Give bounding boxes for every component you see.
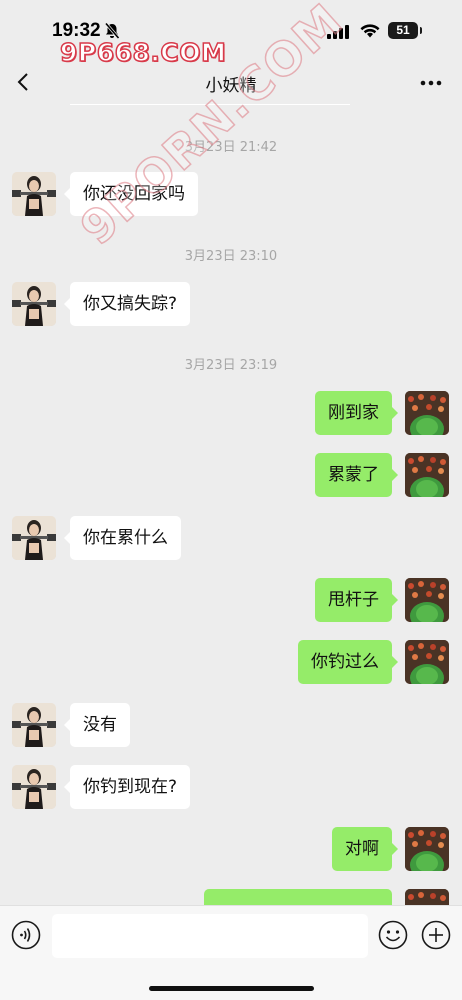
avatar-image (12, 282, 56, 326)
avatar-image (405, 640, 449, 684)
contact-avatar[interactable] (12, 765, 56, 809)
wifi-icon (360, 24, 380, 38)
message-bubble-sent[interactable]: 累蒙了 (315, 453, 398, 497)
my-avatar[interactable] (405, 827, 449, 871)
my-avatar[interactable] (405, 578, 449, 622)
avatar-image (405, 889, 449, 905)
bell-slash-icon (104, 22, 120, 39)
home-indicator (149, 986, 314, 991)
avatar-image (405, 827, 449, 871)
message-bubble-sent[interactable]: 甩杆子 (315, 578, 398, 622)
message-bubble-received[interactable]: 你钓到现在? (63, 765, 191, 809)
my-avatar[interactable] (405, 453, 449, 497)
message-input[interactable] (52, 914, 368, 958)
avatar-image (12, 703, 56, 747)
my-avatar[interactable] (405, 391, 449, 435)
message-bubble-sent[interactable]: 刚到家 (315, 391, 398, 435)
message-bubble-received[interactable]: 没有 (64, 703, 130, 747)
contact-avatar[interactable] (12, 172, 56, 216)
timestamp: 3月23日 23:19 (184, 358, 278, 373)
message-bubble-received[interactable]: 你又搞失踪? (63, 282, 191, 326)
message-bubble-sent[interactable]: 你钓过么 (298, 640, 398, 684)
avatar-image (405, 578, 449, 622)
avatar-image (405, 453, 449, 497)
avatar-image (12, 765, 56, 809)
timestamp: 3月23日 23:10 (184, 249, 278, 264)
more-icon[interactable] (420, 80, 442, 86)
avatar-image (405, 391, 449, 435)
contact-avatar[interactable] (12, 703, 56, 747)
emoji-icon[interactable] (378, 920, 408, 950)
message-bubble-sent-partial (204, 889, 392, 905)
my-avatar[interactable] (405, 640, 449, 684)
contact-avatar[interactable] (12, 282, 56, 326)
voice-icon[interactable] (11, 920, 41, 950)
message-bubble-sent[interactable]: 对啊 (332, 827, 398, 871)
plus-icon[interactable] (421, 920, 451, 950)
contact-avatar[interactable] (12, 516, 56, 560)
battery-icon: 51 (388, 22, 422, 39)
avatar-image (12, 172, 56, 216)
my-avatar-partial (405, 889, 449, 905)
avatar-image (12, 516, 56, 560)
message-bubble-received[interactable]: 你在累什么 (64, 516, 181, 560)
